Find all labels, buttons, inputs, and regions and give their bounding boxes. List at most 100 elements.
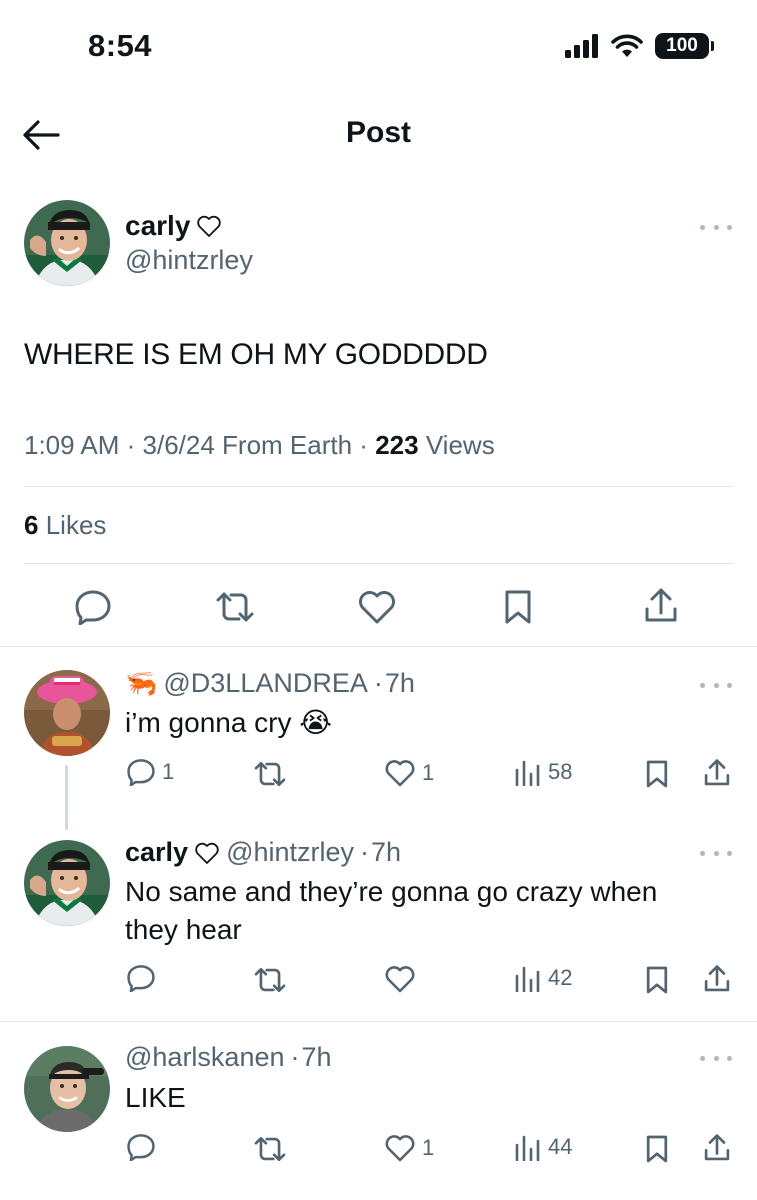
status-time: 8:54: [88, 28, 153, 63]
share-button[interactable]: [640, 586, 682, 626]
bookmark-icon: [505, 590, 531, 624]
like-icon: [385, 1135, 415, 1162]
reply-handle[interactable]: @hintzrley: [226, 837, 354, 868]
share-icon: [704, 1134, 730, 1161]
heart-outline-icon: [195, 842, 219, 864]
more-icon[interactable]: [700, 848, 732, 858]
more-icon[interactable]: [700, 222, 732, 232]
reply-header: @harlskanen · 7h: [125, 1042, 332, 1073]
reply-handle[interactable]: @harlskanen: [125, 1042, 285, 1073]
reply-count: 1: [162, 759, 175, 784]
views-button[interactable]: 44: [514, 1133, 572, 1161]
post-date: 3/6/24: [142, 430, 215, 460]
reply-avatar[interactable]: [24, 1046, 110, 1132]
retweet-icon: [216, 592, 254, 622]
views-count: 42: [548, 965, 573, 990]
reply-icon: [127, 1134, 155, 1161]
share-button[interactable]: [703, 758, 731, 788]
reply-author-name[interactable]: carly: [125, 837, 188, 868]
divider: [0, 1021, 757, 1022]
views-label: Views: [425, 430, 495, 460]
post-source: From Earth: [222, 430, 353, 460]
loudly-crying-icon: 😭: [299, 707, 333, 738]
views-icon: [515, 760, 540, 786]
post-text: WHERE IS EM OH MY GODDDDD: [24, 338, 488, 371]
author-name-text: carly: [125, 210, 191, 241]
bookmark-button[interactable]: [500, 587, 536, 627]
avatar-image: [24, 840, 110, 926]
like-count: 1: [422, 1135, 435, 1160]
like-button[interactable]: 1: [384, 758, 434, 788]
reply-button[interactable]: [126, 964, 156, 992]
retweet-icon: [254, 761, 286, 787]
retweet-button[interactable]: [252, 966, 288, 994]
reply-header: 🦐 @D3LLANDREA · 7h: [125, 668, 415, 699]
reply-text-content: i’m gonna cry: [125, 707, 292, 738]
reply-handle[interactable]: @D3LLANDREA: [163, 668, 367, 699]
status-bar: 8:54 100: [0, 0, 757, 100]
retweet-button[interactable]: [213, 587, 257, 627]
reply-text: No same and they’re gonna go crazy when …: [125, 876, 658, 945]
divider: [24, 486, 733, 487]
author-handle[interactable]: @hintzrley: [125, 245, 253, 276]
like-icon: [385, 966, 415, 993]
avatar-image: [24, 200, 110, 286]
more-icon[interactable]: [700, 1053, 732, 1063]
avatar-image: [24, 1046, 110, 1132]
views-count[interactable]: 223: [375, 430, 418, 460]
like-icon: [385, 760, 415, 787]
like-button[interactable]: [356, 587, 398, 627]
divider: [24, 563, 733, 564]
like-count: 1: [422, 760, 435, 785]
views-icon: [515, 966, 540, 992]
views-count: 44: [548, 1134, 573, 1159]
page-title: Post: [345, 116, 411, 149]
reply-age: 7h: [371, 837, 402, 867]
reply-icon: [127, 759, 155, 786]
avatar-image: [24, 670, 110, 756]
thread-line: [65, 765, 68, 830]
reply-button[interactable]: 1: [126, 758, 174, 786]
views-icon: [515, 1135, 540, 1161]
reply-icon: [127, 965, 155, 992]
reply-button[interactable]: [72, 587, 114, 627]
divider: [0, 646, 757, 647]
share-icon: [645, 588, 677, 622]
share-button[interactable]: [703, 964, 731, 994]
nav-bar: Post: [0, 100, 757, 170]
reply-text: LIKE: [125, 1082, 186, 1113]
bookmark-icon: [646, 966, 668, 994]
retweet-icon: [254, 1136, 286, 1162]
shrimp-icon: 🦐: [125, 668, 158, 698]
views-button[interactable]: 58: [514, 758, 572, 786]
back-button[interactable]: [20, 114, 62, 156]
signal-icon: [565, 34, 598, 58]
post-meta: 1:09 AM · 3/6/24 From Earth · 223 Views: [24, 430, 495, 460]
reply-avatar[interactable]: [24, 670, 110, 756]
likes-row[interactable]: 6 Likes: [24, 510, 106, 541]
wifi-icon: [611, 34, 643, 57]
bookmark-button[interactable]: [645, 759, 669, 789]
bookmark-button[interactable]: [645, 965, 669, 995]
share-button[interactable]: [703, 1133, 731, 1163]
likes-label: Likes: [45, 510, 107, 540]
like-button[interactable]: [384, 964, 416, 994]
battery-indicator: 100: [655, 33, 714, 59]
views-button[interactable]: 42: [514, 964, 572, 992]
reply-avatar[interactable]: [24, 840, 110, 926]
reply-age: 7h: [384, 668, 415, 698]
bookmark-button[interactable]: [645, 1134, 669, 1164]
views-count: 58: [548, 759, 573, 784]
like-button[interactable]: 1: [384, 1133, 434, 1163]
reply-button[interactable]: [126, 1133, 156, 1161]
status-indicators: 100: [565, 33, 714, 59]
arrow-left-icon: [23, 120, 60, 150]
likes-count: 6: [24, 510, 39, 540]
reply-age: 7h: [301, 1042, 332, 1072]
more-icon[interactable]: [700, 680, 732, 690]
retweet-button[interactable]: [252, 760, 288, 788]
retweet-button[interactable]: [252, 1135, 288, 1163]
author-avatar[interactable]: [24, 200, 110, 286]
author-name[interactable]: carly: [125, 210, 222, 242]
share-icon: [704, 759, 730, 786]
